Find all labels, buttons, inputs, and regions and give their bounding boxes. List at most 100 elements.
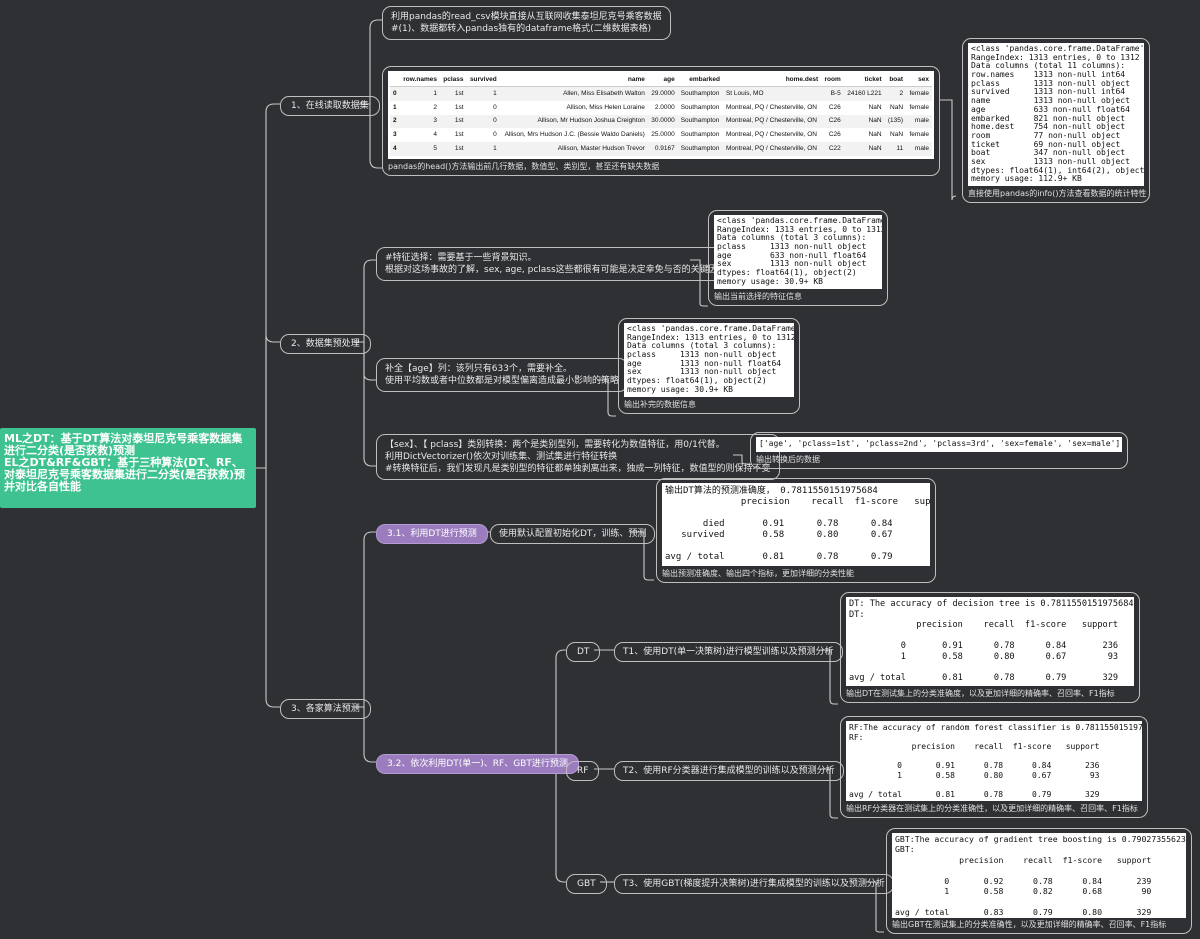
table-cell: NaN [868, 103, 882, 111]
topic-preprocess[interactable]: 2、数据集预处理 [280, 334, 371, 354]
table-cell: 24160 L221 [843, 86, 885, 101]
fill-age-node[interactable]: 补全【age】列：该列只有633个，需要补全。 使用平均数或者中位数都是对模型偏… [376, 358, 629, 392]
column-header: boat [884, 73, 907, 87]
head-table-panel: row.names pclass survived name age embarked ho… [388, 71, 934, 159]
desc-line: 利用pandas的read_csv模块直接从互联网收集泰坦尼克号乘客数据 [391, 12, 662, 22]
info-output-node[interactable]: <class 'pandas.core.frame.DataFrame'> Ra… [962, 38, 1150, 203]
read-csv-description[interactable]: 利用pandas的read_csv模块直接从互联网收集泰坦尼克号乘客数据 #(1… [382, 6, 671, 40]
table-cell: NaN [843, 114, 885, 129]
table-cell: NaN [890, 103, 904, 111]
code-line: GBT:The accuracy of gradient tree boosti… [895, 834, 1186, 844]
three-models-node[interactable]: 3.2、依次利用DT(单一)、RF、GBT进行预测 [376, 754, 579, 774]
table-cell: 0.9167 [647, 142, 678, 156]
table-row: 2 3 1st 0 Allison, Mr Hudson Joshua Creighto… [390, 114, 932, 129]
column-header: home.dest [722, 73, 822, 87]
table-cell: 4 [390, 142, 400, 156]
topic-algorithms[interactable]: 3、各家算法预测 [280, 699, 371, 719]
table-cell: Allison, Mrs Hudson J.C. (Bessie Waldo D… [504, 131, 645, 139]
dt-report-node[interactable]: 输出DT算法的预测准确度， 0.7811550151975684 precisi… [656, 478, 936, 583]
table-cell: female [906, 86, 932, 101]
table-cell: Allison, Miss Helen Loraine [566, 103, 645, 111]
fill-info-node[interactable]: <class 'pandas.core.frame.DataFrame'> Ra… [618, 318, 800, 414]
code-line: memory usage: 30.9+ KB [717, 276, 823, 286]
table-cell: 1 [399, 86, 440, 101]
dt-accuracy-node[interactable]: DT: The accuracy of decision tree is 0.7… [840, 592, 1140, 703]
feature-info-node[interactable]: <class 'pandas.core.frame.DataFrame'> Ra… [708, 210, 888, 306]
gbt-accuracy-node[interactable]: GBT:The accuracy of gradient tree boosti… [886, 828, 1192, 935]
table-cell: Allison, Mr Hudson Joshua Creighton [499, 114, 648, 129]
code-line: 1 0.58 0.80 0.67 93 [849, 770, 1100, 780]
table-cell: NaN [843, 142, 885, 156]
convert-panel: ['age', 'pclass=1st', 'pclass=2nd', 'pcl… [756, 437, 1122, 452]
code-line: avg / total 0.81 0.78 0.79 329 [849, 673, 1119, 684]
code-line: GBT: [895, 844, 915, 855]
rf-accuracy-panel: RF:The accuracy of random forest classif… [846, 721, 1142, 801]
topic-load-dataset[interactable]: 1、在线读取数据集 [280, 96, 380, 116]
category-convert-node[interactable]: 【sex】、【 pclass】类别转换：两个是类别型列，需要转化为数值特征，用0… [376, 434, 780, 480]
table-cell: 29.0000 [647, 86, 678, 101]
topic-label: 2、数据集预处理 [291, 339, 360, 349]
text-line: 使用平均数或者中位数都是对模型偏离造成最小影响的策略 [385, 376, 620, 386]
column-header: ticket [843, 73, 885, 87]
dt-default-config-node[interactable]: 使用默认配置初始化DT，训练、预测 [490, 524, 656, 544]
table-cell: male [906, 114, 932, 129]
feature-caption: 输出当前选择的特征信息 [714, 291, 802, 301]
table-row: 0 1 1st 1 Allen, Miss Elisabeth Walton 29.000… [390, 86, 932, 101]
code-line: 0 0.91 0.78 0.84 236 [849, 761, 1100, 770]
code-line: RF: [849, 732, 864, 742]
root-line: EL之DT&RF&GBT：基于三种算法(DT、RF、GBT) [4, 456, 243, 468]
column-header: age [647, 73, 678, 87]
code-line: precision recall f1-score support [665, 497, 930, 507]
dt-train-node[interactable]: T1、使用DT(单一决策树)进行模型训练以及预测分析 [614, 642, 843, 662]
text-line: 利用DictVectorizer()依次对训练集、测试集进行特征转换 [385, 452, 618, 462]
dt-prediction-node[interactable]: 3.1、利用DT进行预测 [376, 524, 488, 544]
table-cell: Montreal, PQ / Chesterville, ON [722, 114, 822, 129]
convert-output-node[interactable]: ['age', 'pclass=1st', 'pclass=2nd', 'pcl… [750, 432, 1128, 469]
gbt-train-node[interactable]: T3、使用GBT(梯度提升决策树)进行集成模型的训练以及预测分析 [614, 874, 894, 894]
table-cell: 2 [390, 114, 400, 129]
code-line: 0 0.92 0.78 0.84 239 [895, 875, 1152, 886]
table-cell: 1st [439, 142, 467, 156]
table-cell: NaN [868, 131, 882, 139]
topic-label: 3.2、依次利用DT(单一)、RF、GBT进行预测 [387, 759, 568, 769]
code-line: precision recall f1-score support [849, 742, 1100, 751]
table-cell: 0 [493, 131, 497, 139]
gbt-tag[interactable]: GBT [566, 874, 607, 894]
table-cell: 1 [466, 86, 500, 101]
table-cell: 25.0000 [651, 131, 675, 139]
table-cell: 3 [399, 114, 440, 129]
head-table: row.names pclass survived name age embarked ho… [390, 73, 932, 156]
code-line: avg / total 0.83 0.79 0.80 329 [895, 906, 1152, 917]
table-row: 3 4 1st 0 Allison, Mrs Hudson J.C. (Bessie W… [390, 128, 932, 142]
table-cell: 0 [466, 114, 500, 129]
dt-tag[interactable]: DT [566, 642, 601, 662]
table-cell: C26 [828, 131, 841, 139]
table-cell: (135) [884, 114, 907, 129]
code-line: memory usage: 30.9+ KB [627, 384, 733, 394]
head-output-node[interactable]: row.names pclass survived name age embarked ho… [382, 66, 940, 176]
table-cell: C22 [821, 142, 844, 156]
table-cell: Southampton [677, 114, 723, 129]
column-header: room [821, 73, 844, 87]
table-cell: Southampton [677, 86, 723, 101]
text-line: #转换特征后，我们发现凡是类别型的特征都单独剥离出来，独成一列特征，数值型的则保… [385, 464, 771, 474]
column-header: pclass [439, 73, 467, 87]
feature-selection-node[interactable]: #特征选择：需要基于一些背景知识。 根据对这场事故的了解，sex, age, p… [376, 247, 736, 281]
root-topic[interactable]: ML之DT：基于DT算法对泰坦尼克号乘客数据集 进行二分类(是否获救)预测 EL… [0, 428, 256, 508]
info-panel: <class 'pandas.core.frame.DataFrame'> Ra… [968, 43, 1144, 186]
table-cell: 1st [454, 131, 464, 139]
rf-accuracy-node[interactable]: RF:The accuracy of random forest classif… [840, 716, 1148, 818]
rf-train-node[interactable]: T2、使用RF分类器进行集成模型的训练以及预测分析 [614, 761, 844, 781]
root-line: 对泰坦尼克号乘客数据集进行二分类(是否获救)预测 [4, 468, 246, 480]
column-header: name [499, 73, 648, 87]
table-cell: C26 [828, 103, 841, 111]
rf-tag[interactable]: RF [566, 761, 600, 781]
text-line: 使用默认配置初始化DT，训练、预测 [499, 529, 647, 539]
table-cell: 2 [433, 103, 437, 111]
